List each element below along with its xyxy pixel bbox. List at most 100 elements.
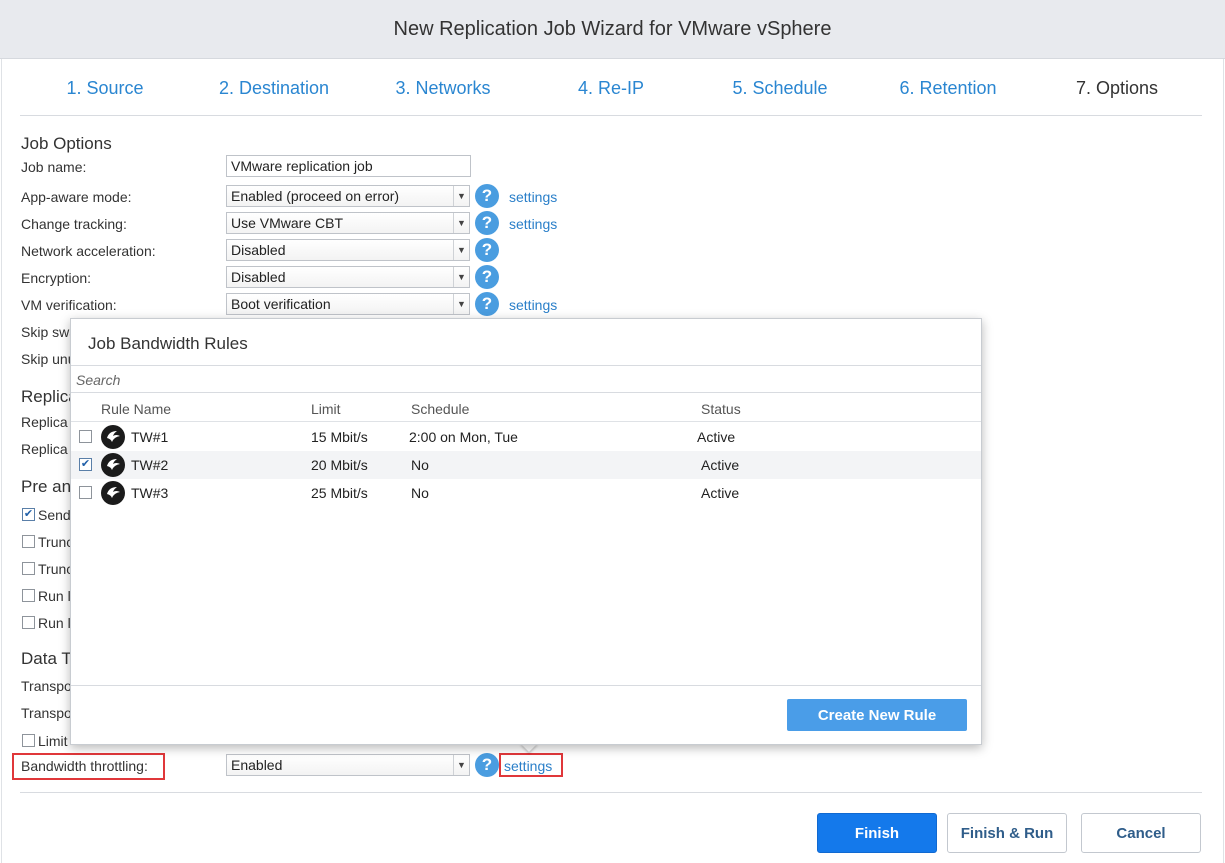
cancel-button[interactable]: Cancel <box>1081 813 1201 853</box>
job-name-label: Job name: <box>21 159 87 175</box>
encryption-label: Encryption: <box>21 270 92 286</box>
run-script-label: Run l <box>38 615 71 631</box>
col-status[interactable]: Status <box>701 401 741 417</box>
run-script-label: Run l <box>38 588 71 604</box>
rule-checkbox[interactable] <box>79 486 92 499</box>
app-aware-label: App-aware mode: <box>21 189 132 205</box>
col-limit[interactable]: Limit <box>311 401 341 417</box>
bandwidth-throttling-label: Bandwidth throttling: <box>21 758 148 774</box>
app-aware-select[interactable]: Enabled (proceed on error) ▼ <box>226 185 470 207</box>
job-options-title: Job Options <box>21 134 112 153</box>
table-row[interactable]: TW#3 25 Mbit/s No Active <box>71 479 981 507</box>
rule-checkbox[interactable] <box>79 430 92 443</box>
bandwidth-settings-link[interactable]: settings <box>504 758 552 774</box>
bandwidth-rules-popup: Job Bandwidth Rules Search Rule Name Lim… <box>70 318 982 745</box>
vm-verification-label: VM verification: <box>21 297 117 313</box>
rule-limit: 15 Mbit/s <box>311 429 368 445</box>
search-input[interactable]: Search <box>71 366 981 393</box>
send-checkbox[interactable]: ✔ <box>22 508 35 521</box>
truncate-checkbox[interactable] <box>22 562 35 575</box>
throttle-rule-icon <box>101 453 125 477</box>
popup-title: Job Bandwidth Rules <box>88 334 248 353</box>
rule-limit: 20 Mbit/s <box>311 457 368 473</box>
step-retention[interactable]: 6. Retention <box>899 78 996 99</box>
rule-name: TW#2 <box>131 457 169 473</box>
step-source[interactable]: 1. Source <box>66 78 143 99</box>
table-row[interactable]: TW#1 15 Mbit/s 2:00 on Mon, Tue Active <box>71 423 981 451</box>
throttle-rule-icon <box>101 481 125 505</box>
rule-schedule: No <box>411 485 429 501</box>
step-options[interactable]: 7. Options <box>1076 78 1158 99</box>
step-destination[interactable]: 2. Destination <box>219 78 329 99</box>
rule-name: TW#3 <box>131 485 169 501</box>
rule-schedule: No <box>411 457 429 473</box>
change-tracking-settings-link[interactable]: settings <box>509 216 557 232</box>
replica-row-label: Replica <box>21 414 68 430</box>
bandwidth-throttling-value: Enabled <box>231 757 283 773</box>
change-tracking-select[interactable]: Use VMware CBT ▼ <box>226 212 470 234</box>
network-accel-value: Disabled <box>231 242 286 258</box>
rule-schedule: 2:00 on Mon, Tue <box>409 429 518 445</box>
help-icon[interactable]: ? <box>475 265 499 289</box>
rule-status: Active <box>701 457 740 473</box>
truncate-label: Trunc <box>38 561 74 577</box>
data-transfer-section-title: Data T <box>21 649 72 668</box>
footer-divider <box>20 792 1202 793</box>
chevron-down-icon: ▼ <box>453 267 469 287</box>
job-name-input[interactable]: VMware replication job <box>226 155 471 177</box>
window-title-bar: New Replication Job Wizard for VMware vS… <box>0 0 1225 59</box>
help-icon[interactable]: ? <box>475 753 499 777</box>
bandwidth-throttling-select[interactable]: Enabled ▼ <box>226 754 470 776</box>
rule-name: TW#1 <box>131 429 169 445</box>
throttle-rule-icon <box>101 425 125 449</box>
chevron-down-icon: ▼ <box>453 755 469 775</box>
encryption-select[interactable]: Disabled ▼ <box>226 266 470 288</box>
vm-verification-settings-link[interactable]: settings <box>509 297 557 313</box>
pre-post-section-title: Pre an <box>21 477 72 496</box>
chevron-down-icon: ▼ <box>453 186 469 206</box>
step-schedule[interactable]: 5. Schedule <box>732 78 827 99</box>
rule-status: Active <box>697 429 736 445</box>
window-title: New Replication Job Wizard for VMware vS… <box>393 17 832 40</box>
col-schedule[interactable]: Schedule <box>411 401 469 417</box>
send-label: Send <box>38 507 71 523</box>
help-icon[interactable]: ? <box>475 184 499 208</box>
vm-verification-select[interactable]: Boot verification ▼ <box>226 293 470 315</box>
rule-status: Active <box>701 485 740 501</box>
replica-row-label: Replica <box>21 441 68 457</box>
transport-label: Transpo <box>21 705 72 721</box>
step-reip[interactable]: 4. Re-IP <box>578 78 644 99</box>
network-accel-label: Network acceleration: <box>21 243 156 259</box>
limit-label: Limit <box>38 733 68 749</box>
create-new-rule-button[interactable]: Create New Rule <box>787 699 967 731</box>
run-script-checkbox[interactable] <box>22 616 35 629</box>
vm-verification-value: Boot verification <box>231 296 331 312</box>
table-header-divider <box>71 421 981 422</box>
help-icon[interactable]: ? <box>475 292 499 316</box>
app-aware-settings-link[interactable]: settings <box>509 189 557 205</box>
col-rule-name[interactable]: Rule Name <box>101 401 171 417</box>
truncate-checkbox[interactable] <box>22 535 35 548</box>
rule-limit: 25 Mbit/s <box>311 485 368 501</box>
app-aware-value: Enabled (proceed on error) <box>231 188 400 204</box>
help-icon[interactable]: ? <box>475 238 499 262</box>
help-icon[interactable]: ? <box>475 211 499 235</box>
chevron-down-icon: ▼ <box>453 294 469 314</box>
change-tracking-value: Use VMware CBT <box>231 215 344 231</box>
chevron-down-icon: ▼ <box>453 213 469 233</box>
encryption-value: Disabled <box>231 269 286 285</box>
truncate-label: Trunc <box>38 534 74 550</box>
network-accel-select[interactable]: Disabled ▼ <box>226 239 470 261</box>
finish-run-button[interactable]: Finish & Run <box>947 813 1067 853</box>
step-networks[interactable]: 3. Networks <box>395 78 490 99</box>
skip-swap-label: Skip swa <box>21 324 78 340</box>
table-row[interactable]: ✔ TW#2 20 Mbit/s No Active <box>71 451 981 479</box>
wizard-steps: 1. Source 2. Destination 3. Networks 4. … <box>20 60 1202 116</box>
popup-footer-divider <box>71 685 981 686</box>
run-script-checkbox[interactable] <box>22 589 35 602</box>
transport-label: Transpo <box>21 678 72 694</box>
finish-button[interactable]: Finish <box>817 813 937 853</box>
rule-checkbox[interactable]: ✔ <box>79 458 92 471</box>
limit-checkbox[interactable] <box>22 734 35 747</box>
skip-unused-label: Skip unu <box>21 351 76 367</box>
